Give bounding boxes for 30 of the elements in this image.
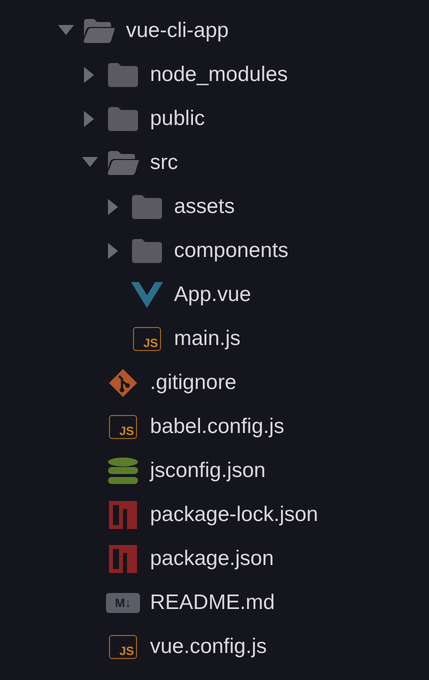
folder-name[interactable]: node_modules	[150, 63, 288, 87]
markdown-icon: M↓	[106, 593, 140, 613]
database-icon	[107, 457, 139, 485]
js-file-icon: JS	[109, 415, 137, 439]
folder-icon	[107, 62, 139, 88]
open-folder-icon	[106, 150, 140, 176]
file-name[interactable]: README.md	[150, 591, 275, 615]
file-name[interactable]: jsconfig.json	[150, 459, 266, 483]
folder-name[interactable]: public	[150, 107, 205, 131]
folder-icon	[131, 194, 163, 220]
open-folder-icon	[82, 18, 116, 44]
folder-name[interactable]: assets	[174, 195, 235, 219]
js-file-icon: JS	[133, 327, 161, 351]
file-name[interactable]: package-lock.json	[150, 503, 318, 527]
vue-logo-icon	[131, 282, 163, 308]
js-file-icon: JS	[109, 635, 137, 659]
git-icon	[108, 368, 138, 398]
file-name[interactable]: package.json	[150, 547, 274, 571]
folder-name[interactable]: vue-cli-app	[126, 19, 229, 43]
file-name[interactable]: .gitignore	[150, 371, 236, 395]
file-name[interactable]: App.vue	[174, 283, 252, 307]
npm-icon	[109, 545, 137, 573]
npm-icon	[109, 501, 137, 529]
folder-name[interactable]: src	[150, 151, 178, 175]
file-name[interactable]: main.js	[174, 327, 241, 351]
folder-icon	[131, 238, 163, 264]
folder-icon	[107, 106, 139, 132]
file-name[interactable]: vue.config.js	[150, 635, 267, 659]
file-name[interactable]: babel.config.js	[150, 415, 284, 439]
folder-name[interactable]: components	[174, 239, 288, 263]
